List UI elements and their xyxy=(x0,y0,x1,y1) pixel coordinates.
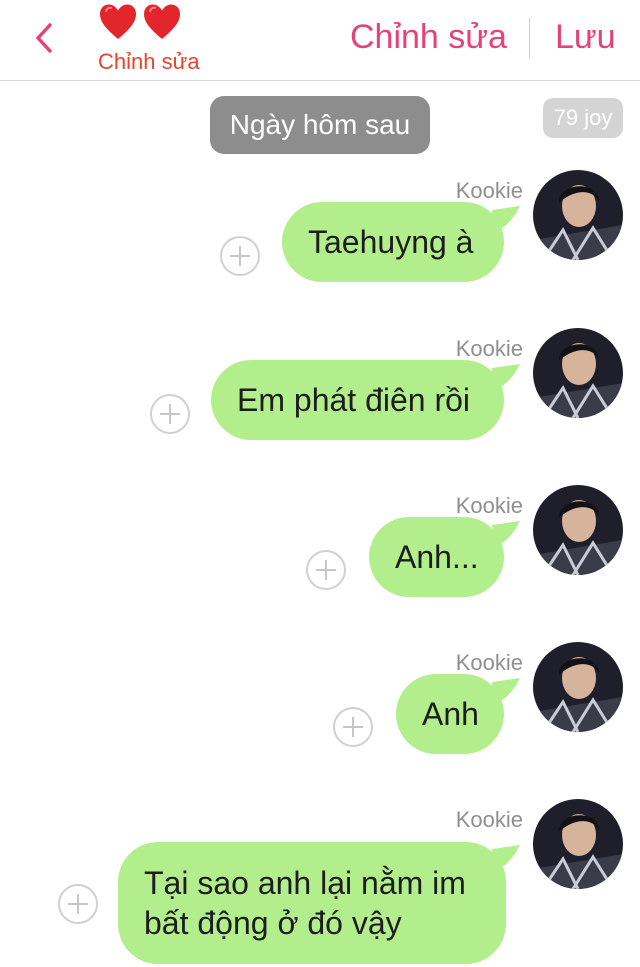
bubble-tail xyxy=(492,845,520,871)
sender-name: Kookie xyxy=(455,493,523,518)
avatar[interactable] xyxy=(533,485,623,575)
sender-name: Kookie xyxy=(455,178,523,203)
back-button[interactable] xyxy=(26,18,62,58)
avatar[interactable] xyxy=(533,642,623,732)
message-bubble[interactable]: Taehuyng à xyxy=(282,202,504,282)
chat-editor-screen: Chỉnh sửa Chỉnh sửa Lưu Ngày hôm sau 79 … xyxy=(0,0,640,967)
chevron-left-icon xyxy=(36,23,52,53)
add-button[interactable] xyxy=(150,394,190,434)
add-button[interactable] xyxy=(58,884,98,924)
header-subtitle: Chỉnh sửa xyxy=(98,49,200,74)
message-bubble[interactable]: Em phát điên rồi xyxy=(211,360,504,440)
counter-badge: 79 joy xyxy=(543,98,623,138)
avatar[interactable] xyxy=(533,328,623,418)
edit-button[interactable]: Chỉnh sửa xyxy=(350,18,507,57)
sender-name: Kookie xyxy=(455,650,523,675)
message-bubble[interactable]: Anh... xyxy=(369,517,504,597)
bubble-tail xyxy=(492,206,520,232)
header-divider xyxy=(529,18,530,58)
message-bubble[interactable]: Anh xyxy=(396,674,504,754)
hearts-emoji xyxy=(98,0,182,44)
add-button[interactable] xyxy=(306,550,346,590)
header-bar: Chỉnh sửa Chỉnh sửa Lưu xyxy=(0,0,640,81)
date-separator: Ngày hôm sau xyxy=(210,96,430,154)
sender-name: Kookie xyxy=(455,336,523,361)
bubble-tail xyxy=(492,678,520,704)
heart-icon xyxy=(144,4,180,39)
add-button[interactable] xyxy=(220,236,260,276)
bubble-tail xyxy=(492,521,520,547)
save-button[interactable]: Lưu xyxy=(555,18,616,57)
avatar[interactable] xyxy=(533,170,623,260)
message-bubble[interactable]: Tại sao anh lại nằm im bất động ở đó vậy xyxy=(118,842,506,964)
add-button[interactable] xyxy=(333,707,373,747)
bubble-tail xyxy=(492,364,520,390)
heart-icon xyxy=(100,4,136,39)
sender-name: Kookie xyxy=(455,807,523,832)
avatar[interactable] xyxy=(533,799,623,889)
